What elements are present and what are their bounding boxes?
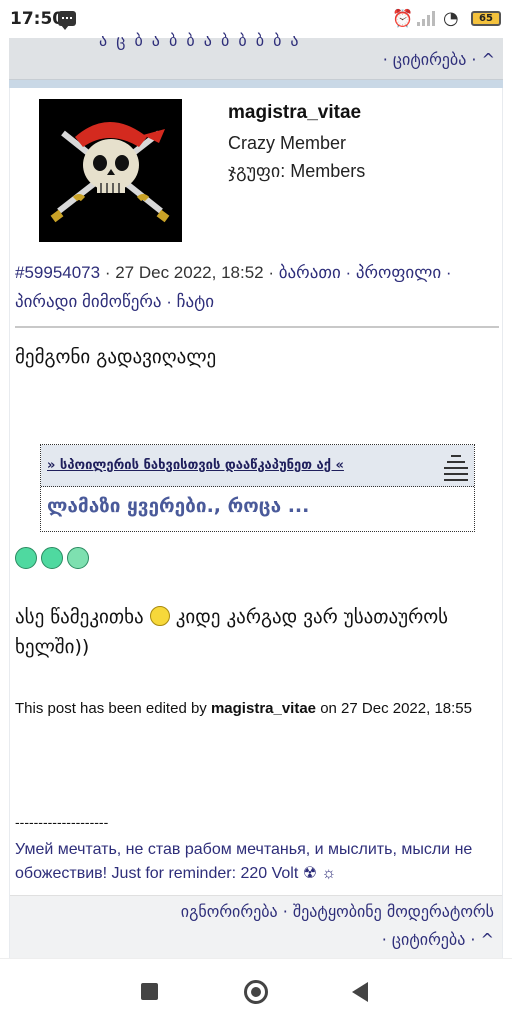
alarm-icon: ⏰ [392, 9, 414, 29]
post-divider [9, 80, 503, 88]
profile-link[interactable]: პროფილი [356, 263, 441, 282]
ignore-link[interactable]: იგნორირება [181, 902, 278, 921]
card-link[interactable]: ბარათი [279, 263, 341, 282]
scroll-top-link[interactable]: ^ [481, 930, 494, 949]
chat-link[interactable]: ჩატი [177, 292, 214, 311]
green-smile-icon [15, 547, 37, 569]
forum-post: magistra_vitae Crazy Member ჯგუფი: Membe… [9, 88, 503, 958]
status-time: 17:50 [10, 9, 65, 29]
post-meta: #59954073 · 27 Dec 2022, 18:52 · ბარათი … [15, 263, 452, 311]
edited-suffix: on 27 Dec 2022, 18:55 [320, 700, 472, 717]
signature-separator: -------------------- [15, 814, 109, 830]
cut-off-text: ა ც ბ ა ბ ბ ა ბ ბ ბ ბ ა [99, 31, 301, 50]
post-body-text: მემგონი გადავიღალე [15, 346, 217, 368]
post-text-paragraph: ასე წამეკითხა კიდე კარგად ვარ უსათაუროს … [15, 602, 499, 662]
home-icon[interactable] [244, 980, 268, 1004]
spoiler-block: » სპოილერის ნახვისთვის დააწკაპუნეთ აქ « … [40, 444, 475, 532]
surprised-emoji-icon [149, 606, 170, 626]
post-id-link[interactable]: #59954073 [15, 263, 100, 282]
battery-icon: 65 [471, 11, 501, 26]
spoiler-content: ლამაზი ყვერები., როცა ... [47, 495, 310, 517]
private-message-link[interactable]: პირადი მიმოწერა [15, 292, 162, 311]
recent-apps-icon[interactable] [141, 983, 158, 1000]
spoiler-toggle-link[interactable]: » სპოილერის ნახვისთვის დააწკაპუნეთ აქ « [47, 458, 344, 473]
previous-post-footer: ა ც ბ ა ბ ბ ა ბ ბ ბ ბ ა · ციტირება · ^ [9, 31, 503, 80]
post-actions: იგნორირება · შეატყობინე მოდერატორს · ციტ… [10, 895, 502, 958]
meta-divider [15, 326, 499, 328]
spoiler-expand-icon[interactable] [444, 451, 468, 481]
report-moderator-link[interactable]: შეატყობინე მოდერატორს [293, 902, 494, 921]
spoiler-header[interactable]: » სპოილერის ნახვისთვის დააწკაპუნეთ აქ « [41, 445, 474, 487]
quote-link[interactable]: ციტირება [392, 930, 465, 949]
edited-notice: This post has been edited by magistra_vi… [15, 694, 499, 724]
user-group: ჯგუფი: Members [228, 161, 366, 181]
avatar[interactable] [39, 99, 182, 242]
back-icon[interactable] [352, 982, 368, 1002]
pirate-skull-avatar-icon [39, 99, 182, 242]
green-smile-icon [41, 547, 63, 569]
post-text-part-1: ასე წამეკითხა [15, 606, 144, 628]
edited-prefix: This post has been edited by [15, 700, 207, 717]
message-notification-icon [58, 11, 76, 30]
system-navigation-bar [0, 958, 512, 1024]
signature-text: Умей мечтать, не став рабом мечтанья, и … [15, 841, 473, 882]
previous-quote-link[interactable]: · ციტირება · ^ [383, 50, 495, 69]
user-title: Crazy Member [228, 133, 347, 153]
username[interactable]: magistra_vitae [228, 102, 361, 124]
post-date: · 27 Dec 2022, 18:52 · [104, 263, 274, 282]
wifi-icon: ◔ [443, 8, 459, 29]
edited-user: magistra_vitae [210, 700, 317, 717]
grinning-smile-icon [67, 547, 89, 569]
signal-icon [417, 10, 437, 26]
